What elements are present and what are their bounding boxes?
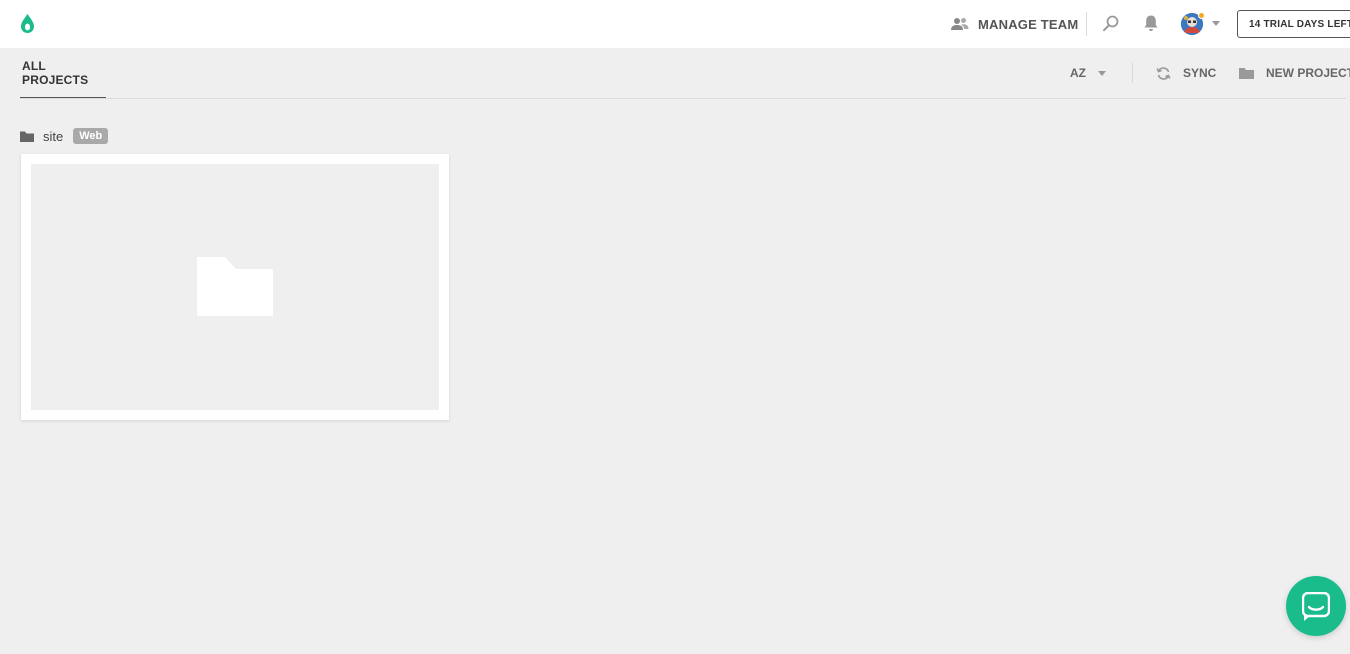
toolbar-divider-line	[20, 98, 1346, 99]
new-project-label: NEW PROJECT	[1266, 66, 1350, 80]
sort-label: AZ	[1070, 66, 1086, 80]
sort-dropdown[interactable]: AZ	[1070, 63, 1106, 83]
water-drop-icon[interactable]	[19, 13, 36, 34]
folder-name: site	[43, 128, 64, 144]
project-card[interactable]	[21, 154, 449, 420]
manage-team-label: MANAGE TEAM	[978, 16, 1079, 32]
folder-heading[interactable]: site Web	[20, 126, 109, 146]
chat-icon	[1302, 592, 1330, 621]
top-bar: MANAGE TEAM 14 TRIAL DAYS LEFT	[0, 0, 1350, 48]
sync-icon	[1156, 66, 1171, 80]
bell-icon[interactable]	[1143, 14, 1159, 32]
sync-button[interactable]: SYNC	[1156, 63, 1216, 83]
notification-dot	[1198, 12, 1205, 19]
tab-all-projects[interactable]: ALL PROJECTS	[20, 48, 106, 99]
header-divider	[1086, 12, 1087, 36]
new-project-button[interactable]: NEW PROJECT	[1239, 63, 1350, 83]
search-icon[interactable]	[1102, 14, 1120, 32]
chevron-down-icon	[1098, 70, 1106, 76]
chevron-down-icon	[1212, 21, 1220, 26]
folder-icon	[197, 257, 273, 316]
platform-badge: Web	[73, 128, 109, 144]
sync-label: SYNC	[1183, 66, 1217, 80]
toolbar-divider	[1132, 63, 1133, 83]
team-icon	[951, 18, 969, 30]
user-menu[interactable]	[1181, 12, 1225, 36]
folder-icon	[20, 131, 34, 142]
folder-icon	[1239, 68, 1254, 79]
trial-days-button[interactable]: 14 TRIAL DAYS LEFT	[1237, 10, 1350, 38]
chat-launcher-button[interactable]	[1286, 576, 1346, 636]
manage-team-button[interactable]: MANAGE TEAM	[951, 12, 1078, 36]
project-thumbnail	[31, 164, 439, 410]
